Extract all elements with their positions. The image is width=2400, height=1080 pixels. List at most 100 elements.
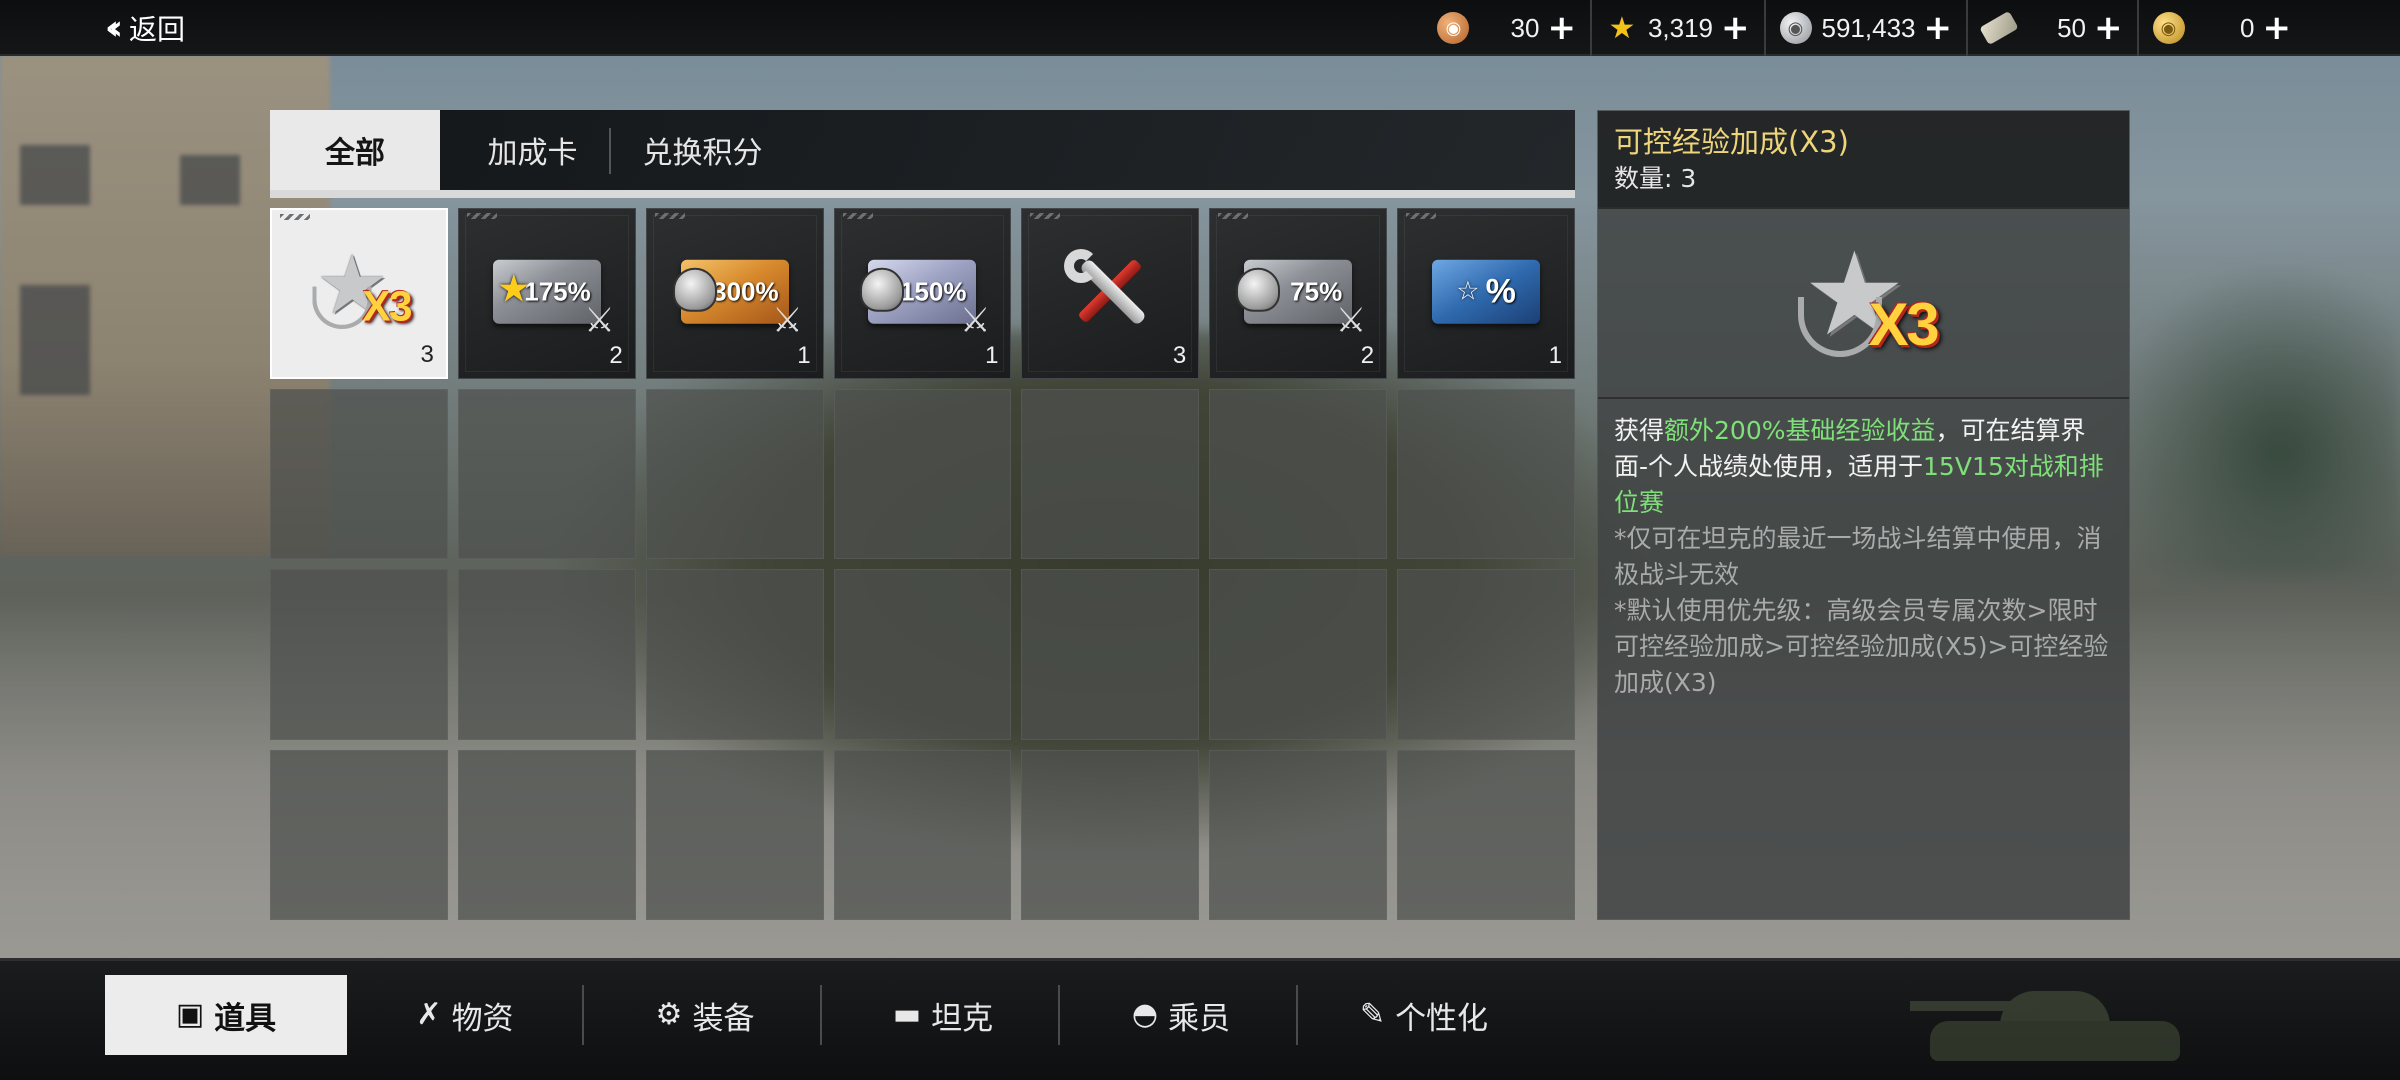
item-detail-panel: 可控经验加成(X3) 数量: 3 ★ X3 获得额外200%基础经验收益，可在结…: [1597, 110, 2130, 920]
brush-icon: ✎: [1359, 997, 1386, 1032]
nav-supplies[interactable]: ✗ 物资: [355, 975, 575, 1055]
item-quantity: 1: [985, 341, 999, 369]
tab-divider: [609, 128, 611, 174]
inventory-slot-crew-boost-75[interactable]: 75% ⚔ 2: [1209, 208, 1388, 379]
add-currency-button[interactable]: +: [1547, 11, 1576, 45]
chest-icon: ▣: [175, 997, 205, 1032]
nav-divider: [582, 985, 584, 1045]
tab-underline: [270, 190, 1575, 198]
empty-inventory-slot: [1397, 749, 1575, 920]
empty-inventory-slot: [270, 749, 448, 920]
inventory-slot-xp-boost-x3[interactable]: ★ X3 3: [270, 208, 448, 379]
empty-inventory-slot: [457, 388, 636, 559]
helmet-card-lilac-icon: 150% ⚔: [860, 259, 990, 338]
inventory-slot-crew-boost-300[interactable]: 300% ⚔ 1: [645, 208, 824, 379]
empty-inventory-slot: [270, 388, 448, 559]
item-description: 获得额外200%基础经验收益，可在结算界面-个人战绩处使用，适用于15V15对战…: [1614, 416, 2104, 517]
currency-bar: ◉ 30 + ★ 3,319 + ◉ 591,433 + 50 + ◉ 0 +: [1423, 0, 2305, 56]
tab-all[interactable]: 全部: [270, 110, 440, 190]
gear-box-icon: ⚙: [655, 997, 683, 1032]
currency-bronze: ◉ 30 +: [1423, 0, 1590, 56]
currency-value: 30: [1510, 12, 1540, 43]
nav-customization[interactable]: ✎ 个性化: [1304, 975, 1544, 1055]
ticket-icon: [1979, 10, 2019, 46]
empty-inventory-slot: [833, 569, 1012, 740]
priority-note: *默认使用优先级：高级会员专属次数>限时可控经验加成>可控经验加成(X5)>可控…: [1614, 596, 2109, 697]
empty-inventory-slot: [833, 749, 1012, 920]
x3-star-badge-icon: ★ X3: [312, 244, 412, 337]
bronze-coin-icon: ◉: [1437, 12, 1470, 44]
nav-label: 乘员: [1168, 1000, 1231, 1037]
currency-value: 0: [2240, 12, 2255, 43]
empty-inventory-slot: [1397, 569, 1575, 740]
currency-value: 50: [2057, 12, 2086, 43]
item-quantity: 2: [609, 341, 623, 369]
tools-icon: ✗: [416, 997, 442, 1032]
tank-icon: ▬: [892, 997, 922, 1032]
silver-coin-icon: ◉: [1779, 12, 1812, 44]
currency-silver: ◉ 591,433 +: [1763, 0, 1966, 56]
empty-inventory-slot: [645, 569, 824, 740]
tab-boost-cards[interactable]: 加成卡: [455, 110, 610, 190]
x3-star-badge-icon: ★ X3: [1797, 237, 1939, 369]
inventory-grid: ★ X3 3 ★ 175% ⚔ 2 300% ⚔ 1 150% ⚔ 1 3 75% ⚔ 2: [270, 208, 1575, 920]
top-bar: ‹‹ 返回 ◉ 30 + ★ 3,319 + ◉ 591,433 + 50 + …: [0, 0, 2400, 56]
item-title: 可控经验加成(X3): [1614, 125, 1849, 159]
item-count: 数量: 3: [1614, 164, 1697, 193]
add-currency-button[interactable]: +: [1924, 11, 1953, 45]
inventory-slot-repair-kit[interactable]: 3: [1021, 208, 1200, 379]
currency-value: 3,319: [1647, 12, 1714, 43]
nav-items[interactable]: ▣ 道具: [105, 975, 347, 1055]
add-currency-button[interactable]: +: [1721, 11, 1750, 45]
empty-inventory-slot: [645, 749, 824, 920]
gold-star-icon: ★: [1608, 10, 1636, 46]
helmet-card-silver-icon: 75% ⚔: [1236, 259, 1366, 338]
item-quantity: 3: [420, 340, 434, 368]
empty-inventory-slot: [457, 569, 636, 740]
nav-label: 坦克: [931, 1000, 994, 1037]
nav-divider: [1296, 985, 1298, 1045]
add-currency-button[interactable]: +: [2263, 11, 2292, 45]
wrench-icon: [1060, 241, 1160, 341]
empty-inventory-slot: [1209, 569, 1388, 740]
helmet-icon: ◓: [1131, 997, 1159, 1032]
double-chevron-left-icon: ‹‹: [105, 8, 123, 48]
star-card-icon: ★ 175% ⚔: [492, 259, 615, 338]
empty-inventory-slot: [1021, 749, 1200, 920]
usage-note: *仅可在坦克的最近一场战斗结算中使用，消极战斗无效: [1614, 524, 2102, 589]
back-label: 返回: [129, 13, 186, 46]
item-quantity: 3: [1172, 341, 1187, 369]
helmet-card-gold-icon: 300% ⚔: [672, 259, 803, 338]
currency-gold-coin: ◉ 0 +: [2136, 0, 2306, 56]
empty-inventory-slot: [645, 388, 824, 559]
nav-crew[interactable]: ◓ 乘员: [1066, 975, 1296, 1055]
empty-inventory-slot: [457, 749, 636, 920]
add-currency-button[interactable]: +: [2094, 11, 2123, 45]
empty-inventory-slot: [1021, 569, 1200, 740]
nav-tanks[interactable]: ▬ 坦克: [828, 975, 1058, 1055]
inventory-slot-discount-card[interactable]: ☆% 1: [1397, 208, 1575, 379]
back-button[interactable]: ‹‹ 返回: [105, 8, 186, 48]
empty-inventory-slot: [1021, 388, 1200, 559]
empty-inventory-slot: [270, 569, 448, 740]
inventory-tabs: 全部 加成卡 兑换积分: [270, 110, 1575, 198]
detail-header: 可控经验加成(X3) 数量: 3: [1598, 111, 2129, 209]
empty-inventory-slot: [833, 388, 1012, 559]
currency-value: 591,433: [1821, 12, 1916, 43]
nav-label: 装备: [692, 1000, 755, 1037]
currency-ticket: 50 +: [1966, 0, 2137, 56]
inventory-slot-star-boost-175[interactable]: ★ 175% ⚔ 2: [457, 208, 636, 379]
nav-equipment[interactable]: ⚙ 装备: [590, 975, 820, 1055]
empty-inventory-slot: [1209, 388, 1388, 559]
nav-label: 个性化: [1395, 1000, 1489, 1037]
item-quantity: 2: [1360, 341, 1375, 369]
nav-label: 道具: [214, 1000, 277, 1037]
nav-divider: [820, 985, 822, 1045]
highlight-bonus: 额外200%基础经验收益: [1664, 416, 1936, 445]
item-quantity: 1: [797, 341, 811, 369]
tab-exchange-points[interactable]: 兑换积分: [615, 110, 790, 190]
item-preview: ★ X3: [1598, 209, 2129, 399]
empty-inventory-slot: [1397, 388, 1575, 559]
nav-divider: [1058, 985, 1060, 1045]
inventory-slot-crew-boost-150[interactable]: 150% ⚔ 1: [833, 208, 1012, 379]
